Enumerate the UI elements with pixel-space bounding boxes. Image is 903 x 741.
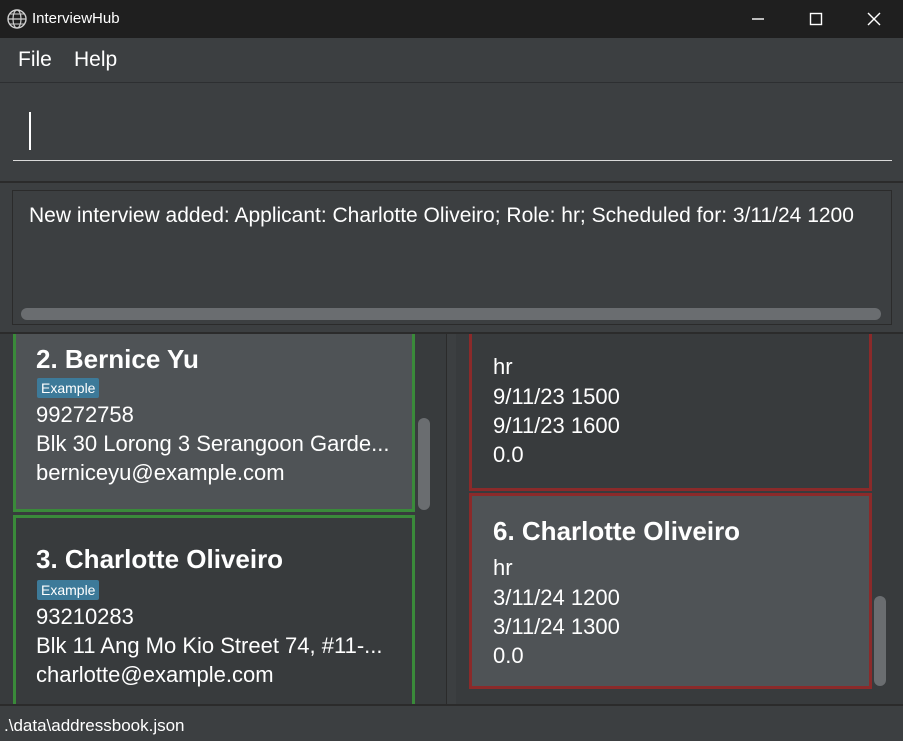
window-title: InterviewHub bbox=[32, 10, 120, 27]
horizontal-scrollbar[interactable] bbox=[21, 308, 881, 320]
interview-list-panel: hr 9/11/23 1500 9/11/23 1600 0.0 6. Char… bbox=[456, 334, 903, 704]
person-card[interactable]: 3. Charlotte Oliveiro Example 93210283 B… bbox=[13, 515, 415, 704]
close-button[interactable] bbox=[845, 0, 903, 38]
interview-name: 6. Charlotte Oliveiro bbox=[493, 516, 741, 546]
horizontal-scroll-thumb[interactable] bbox=[21, 308, 881, 320]
person-name: 2. Bernice Yu bbox=[36, 344, 199, 374]
person-list-scrollbar[interactable] bbox=[418, 418, 430, 510]
interview-end: 3/11/24 1300 bbox=[493, 614, 620, 639]
interview-start: 3/11/24 1200 bbox=[493, 585, 620, 610]
minimize-button[interactable] bbox=[729, 0, 787, 38]
globe-icon bbox=[7, 9, 27, 29]
interview-start: 9/11/23 1500 bbox=[493, 384, 620, 409]
person-card[interactable]: 2. Bernice Yu Example 99272758 Blk 30 Lo… bbox=[13, 334, 415, 512]
person-email: charlotte@example.com bbox=[36, 662, 274, 687]
person-list-panel: 2. Bernice Yu Example 99272758 Blk 30 Lo… bbox=[0, 334, 446, 704]
maximize-button[interactable] bbox=[787, 0, 845, 38]
close-icon bbox=[867, 12, 881, 26]
person-phone: 93210283 bbox=[36, 604, 134, 629]
interview-card[interactable]: 6. Charlotte Oliveiro hr 3/11/24 1200 3/… bbox=[469, 493, 872, 689]
interview-role: hr bbox=[493, 555, 513, 580]
interview-rating: 0.0 bbox=[493, 643, 524, 668]
menu-help[interactable]: Help bbox=[74, 48, 117, 72]
result-display: New interview added: Applicant: Charlott… bbox=[12, 190, 892, 325]
interview-rating: 0.0 bbox=[493, 442, 524, 467]
command-input[interactable] bbox=[13, 100, 892, 161]
minimize-icon bbox=[752, 18, 764, 20]
maximize-icon bbox=[809, 12, 823, 26]
person-address: Blk 11 Ang Mo Kio Street 74, #11-... bbox=[36, 633, 383, 658]
menu-file[interactable]: File bbox=[18, 48, 52, 72]
status-bar: .\data\addressbook.json bbox=[0, 704, 903, 741]
person-tag: Example bbox=[37, 580, 100, 600]
text-caret bbox=[29, 112, 31, 150]
menu-bar: File Help bbox=[0, 38, 903, 83]
person-phone: 99272758 bbox=[36, 402, 134, 427]
result-message: New interview added: Applicant: Charlott… bbox=[29, 204, 854, 227]
title-bar: InterviewHub bbox=[0, 0, 903, 38]
interview-role: hr bbox=[493, 354, 513, 379]
interview-end: 9/11/23 1600 bbox=[493, 413, 620, 438]
save-location: .\data\addressbook.json bbox=[4, 716, 185, 735]
person-email: berniceyu@example.com bbox=[36, 460, 285, 485]
person-tag: Example bbox=[37, 378, 100, 398]
person-address: Blk 30 Lorong 3 Serangoon Garde... bbox=[36, 431, 390, 456]
person-name: 3. Charlotte Oliveiro bbox=[36, 544, 284, 574]
interview-list-scrollbar[interactable] bbox=[874, 596, 886, 686]
interview-card[interactable]: hr 9/11/23 1500 9/11/23 1600 0.0 bbox=[469, 334, 872, 491]
